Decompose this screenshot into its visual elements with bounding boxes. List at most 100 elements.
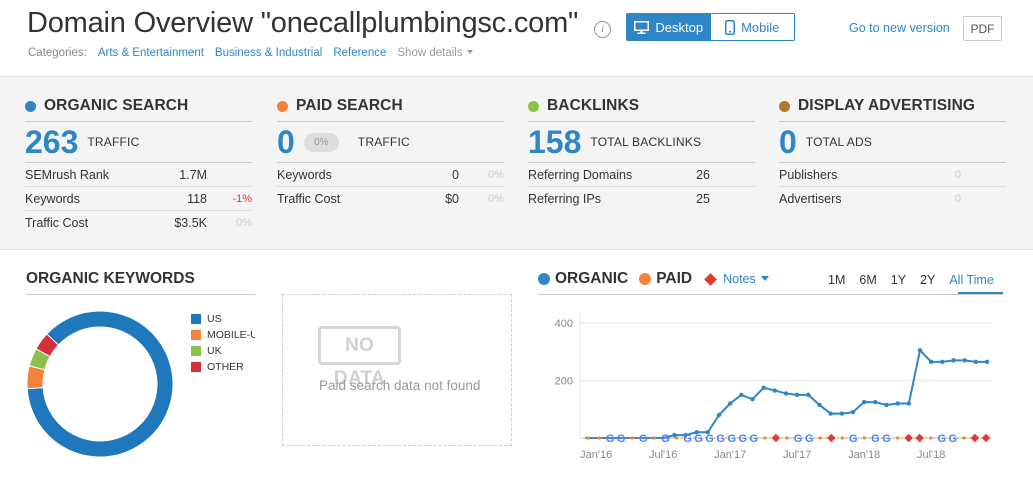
paid-traffic-value[interactable]: 0 xyxy=(277,123,295,161)
organic-data-point[interactable] xyxy=(895,401,900,406)
organic-data-point[interactable] xyxy=(884,402,889,408)
organic-data-point[interactable] xyxy=(783,391,789,396)
organic-data-point[interactable] xyxy=(817,402,822,408)
google-update-marker[interactable]: G xyxy=(705,433,714,445)
category-link[interactable]: Reference xyxy=(333,47,386,59)
stat-value: 1.7M xyxy=(179,167,207,182)
google-update-marker[interactable]: G xyxy=(617,433,626,445)
organic-data-point[interactable] xyxy=(973,359,979,365)
organic-data-point[interactable] xyxy=(951,358,956,363)
organic-data-point[interactable] xyxy=(861,399,867,405)
google-update-marker[interactable]: G xyxy=(750,433,759,445)
organic-data-point[interactable] xyxy=(917,348,923,353)
organic-data-point[interactable] xyxy=(716,412,722,418)
backlinks-heading[interactable]: BACKLINKS xyxy=(528,95,755,117)
google-update-marker[interactable]: G xyxy=(871,433,880,445)
range-1m[interactable]: 1M xyxy=(828,273,853,287)
note-marker[interactable] xyxy=(915,433,924,443)
notes-dropdown[interactable]: Notes xyxy=(723,272,769,286)
note-marker[interactable] xyxy=(981,433,991,443)
organic-data-point[interactable] xyxy=(806,392,811,398)
range-2y[interactable]: 2Y xyxy=(920,273,943,287)
google-update-marker[interactable]: G xyxy=(849,433,858,445)
legend-item-us[interactable]: US xyxy=(191,311,255,327)
stat-value[interactable]: 25 xyxy=(650,192,710,206)
note-marker[interactable] xyxy=(826,433,836,443)
organic-data-point[interactable] xyxy=(727,401,733,406)
stat-label: Traffic Cost xyxy=(277,192,341,206)
organic-data-point[interactable] xyxy=(739,392,744,398)
range-6m[interactable]: 6M xyxy=(859,273,884,287)
google-update-marker[interactable]: G xyxy=(694,433,703,445)
organic-data-point[interactable] xyxy=(873,399,878,405)
organic-data-point[interactable] xyxy=(794,392,800,398)
organic-data-point[interactable] xyxy=(850,409,856,415)
x-tick-label: Jul'18 xyxy=(917,449,945,461)
stat-value: 0 xyxy=(954,168,961,181)
total-backlinks-value[interactable]: 158 xyxy=(528,123,581,161)
stat-value: $0 xyxy=(445,192,459,206)
organic-data-point[interactable] xyxy=(940,359,945,365)
paid-search-heading[interactable]: PAID SEARCH xyxy=(277,95,504,117)
paid-traffic-cost-row: Traffic Cost $0 0% xyxy=(277,187,504,211)
organic-traffic-cost-row: Traffic Cost $3.5K 0% xyxy=(25,211,252,235)
paid-series-toggle[interactable]: PAID xyxy=(656,270,692,288)
google-update-marker[interactable]: G xyxy=(937,433,946,445)
google-update-marker[interactable]: G xyxy=(727,433,736,445)
organic-traffic-value[interactable]: 263 xyxy=(25,123,78,161)
google-update-marker[interactable]: G xyxy=(738,433,747,445)
organic-data-point[interactable] xyxy=(839,411,845,416)
info-icon[interactable]: i xyxy=(594,21,611,38)
organic-data-point[interactable] xyxy=(750,396,755,402)
legend-item-other[interactable]: OTHER xyxy=(191,359,255,375)
note-marker[interactable] xyxy=(904,433,913,443)
organic-data-point[interactable] xyxy=(772,388,778,393)
google-update-marker[interactable]: G xyxy=(716,433,725,445)
legend-item-uk[interactable]: UK xyxy=(191,343,255,359)
google-update-marker[interactable]: G xyxy=(805,433,814,445)
range-all-time[interactable]: All Time xyxy=(949,273,1001,287)
show-details-toggle[interactable]: Show details xyxy=(397,47,472,59)
google-update-marker[interactable]: G xyxy=(661,433,670,445)
category-link[interactable]: Arts & Entertainment xyxy=(98,47,204,59)
total-ads-value[interactable]: 0 xyxy=(779,123,797,161)
note-marker[interactable] xyxy=(970,433,980,443)
donut-slice-us[interactable] xyxy=(26,310,174,458)
google-update-marker[interactable]: G xyxy=(683,433,692,445)
legend-swatch xyxy=(191,362,201,372)
traffic-trend-chart[interactable]: 200400G G G G G G G G G G G G G G G G G GJan'16 Jul'16 Jan'… xyxy=(530,305,1005,470)
stat-value[interactable]: 118 xyxy=(147,192,207,206)
category-link[interactable]: Business & Industrial xyxy=(215,47,322,59)
google-update-marker[interactable]: G xyxy=(949,433,958,445)
organic-keywords-title[interactable]: ORGANIC KEYWORDS xyxy=(26,270,195,288)
x-tick-label: Jul'16 xyxy=(649,449,677,461)
x-tick-label: Jan'16 xyxy=(580,449,612,461)
organic-data-point[interactable] xyxy=(928,359,934,365)
organic-data-point[interactable] xyxy=(828,411,833,416)
note-marker[interactable] xyxy=(771,433,781,443)
organic-series-toggle[interactable]: ORGANIC xyxy=(555,270,628,288)
organic-data-point[interactable] xyxy=(962,358,967,363)
google-update-marker[interactable]: G xyxy=(639,433,648,445)
new-version-link[interactable]: Go to new version xyxy=(849,21,950,35)
desktop-button[interactable]: Desktop xyxy=(627,14,711,40)
stat-change: 0% xyxy=(488,168,504,181)
legend-label: MOBILE-US xyxy=(207,329,255,341)
paid-data-point xyxy=(862,436,866,440)
mobile-button[interactable]: Mobile xyxy=(710,14,794,40)
categories-label: Categories: xyxy=(28,47,87,59)
organic-keywords-donut-chart[interactable] xyxy=(26,310,174,458)
paid-data-point xyxy=(840,436,844,440)
google-update-marker[interactable]: G xyxy=(882,433,891,445)
organic-search-heading[interactable]: ORGANIC SEARCH xyxy=(25,95,252,117)
display-advertising-heading[interactable]: DISPLAY ADVERTISING xyxy=(779,95,1006,117)
stat-value[interactable]: 26 xyxy=(650,168,710,182)
google-update-marker[interactable]: G xyxy=(794,433,803,445)
organic-data-point[interactable] xyxy=(761,385,766,390)
pdf-button[interactable]: PDF xyxy=(963,16,1002,41)
google-update-marker[interactable]: G xyxy=(606,433,615,445)
legend-item-mobile-us[interactable]: MOBILE-US xyxy=(191,327,255,343)
organic-data-point[interactable] xyxy=(906,401,912,406)
range-1y[interactable]: 1Y xyxy=(891,273,914,287)
organic-data-point[interactable] xyxy=(984,359,990,365)
